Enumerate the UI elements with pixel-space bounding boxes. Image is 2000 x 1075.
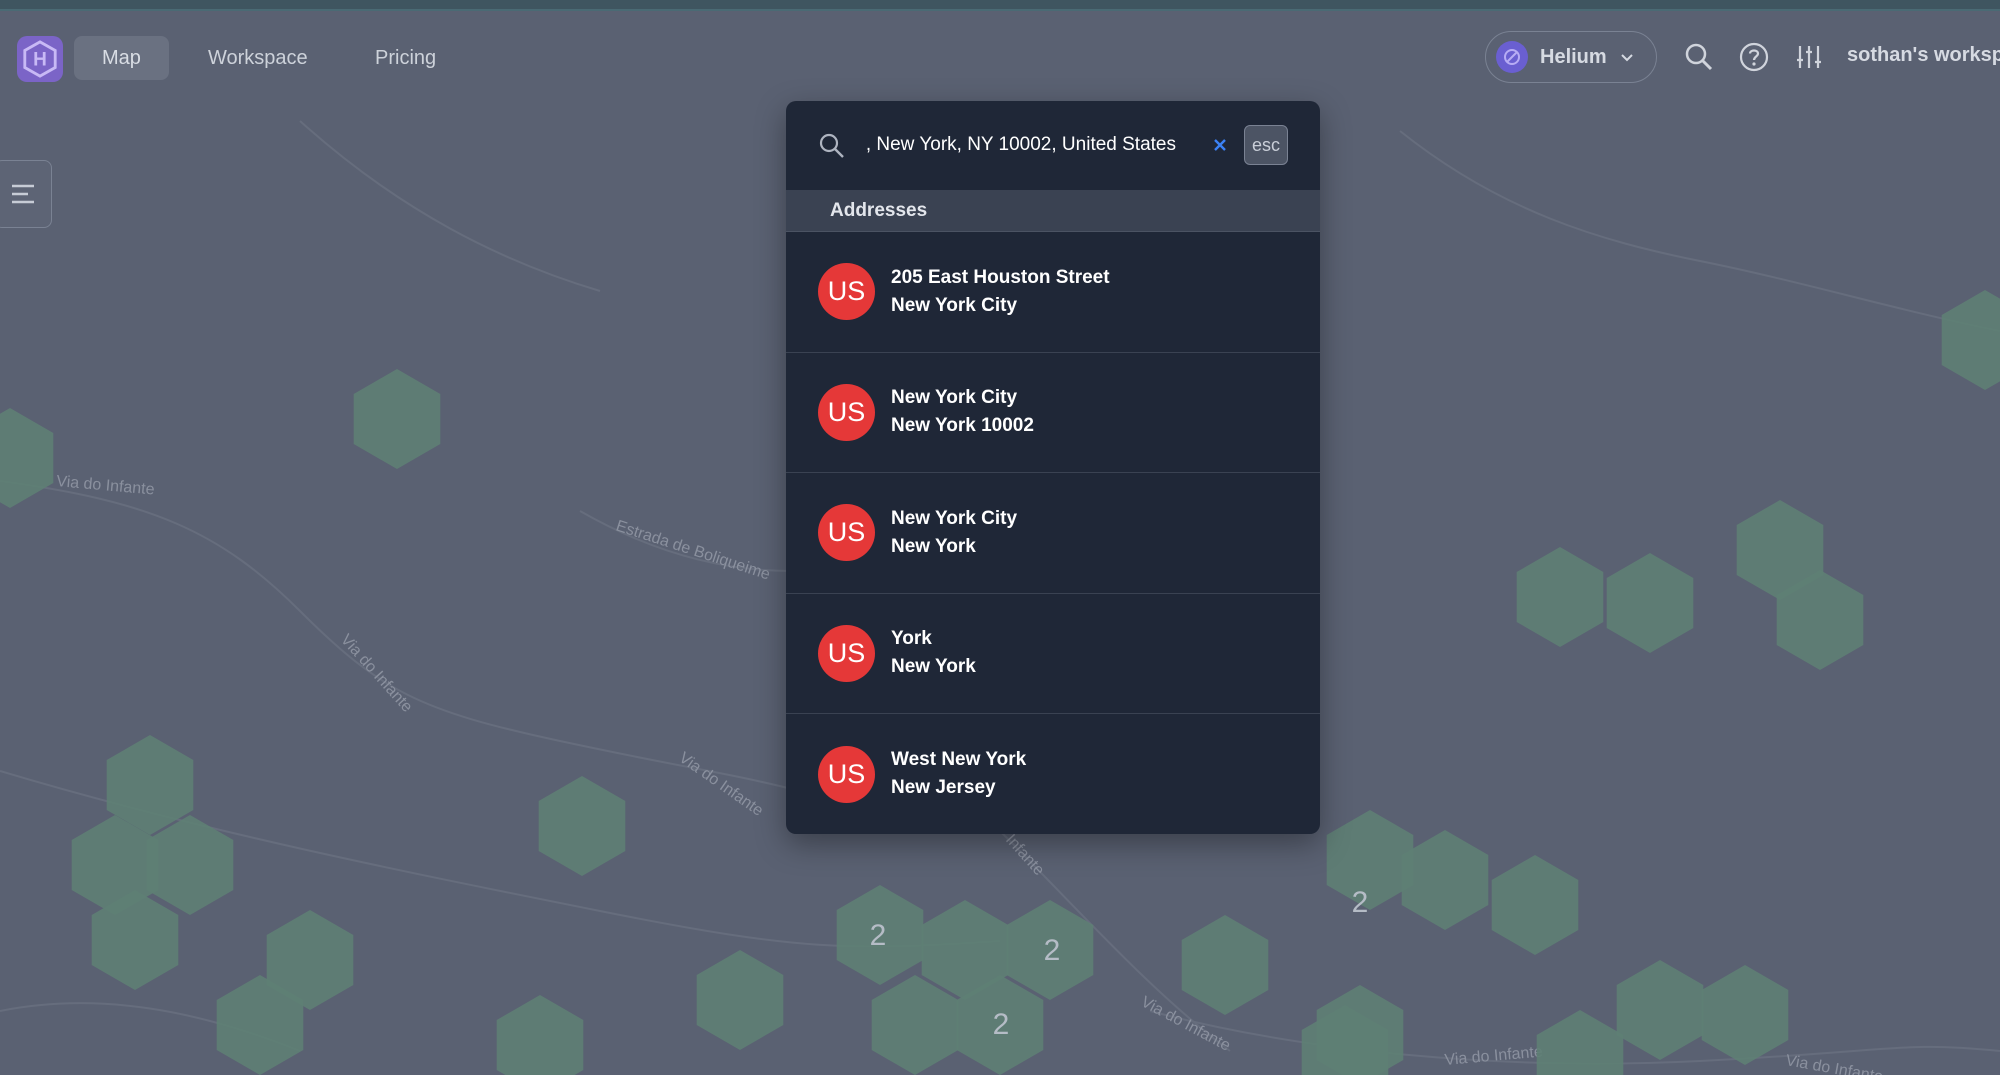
- coverage-hexagon: [1326, 810, 1414, 910]
- coverage-hexagon: [1491, 855, 1579, 955]
- coverage-hexagon: [1941, 290, 2000, 390]
- result-text: York New York: [891, 625, 976, 681]
- coverage-hexagon: [1181, 915, 1269, 1015]
- hexagon-h-icon: H: [23, 40, 57, 78]
- network-selector[interactable]: Helium: [1485, 31, 1657, 83]
- result-line-secondary: New York City: [891, 294, 1018, 316]
- coverage-hexagon: [538, 776, 626, 876]
- coverage-hexagon: [0, 408, 54, 508]
- coverage-hexagon: [1401, 830, 1489, 930]
- result-line-primary: West New York: [891, 749, 1027, 771]
- result-item[interactable]: US York New York: [786, 594, 1320, 714]
- cluster-count[interactable]: 2: [1044, 934, 1061, 967]
- coverage-hexagon: [496, 995, 584, 1075]
- result-text: New York City New York: [891, 505, 1017, 561]
- result-line-secondary: New Jersey: [891, 777, 996, 799]
- coverage-hexagon: [1701, 965, 1789, 1065]
- helium-coin-icon: [1496, 41, 1528, 73]
- result-line-primary: 205 East Houston Street: [891, 266, 1110, 288]
- top-strip: [0, 0, 2000, 11]
- street-label: Via do Infante: [676, 749, 766, 819]
- chevron-down-icon: [1620, 54, 1633, 62]
- coverage-hexagon: [871, 975, 959, 1075]
- coverage-hexagon: [1536, 1010, 1624, 1075]
- result-text: 205 East Houston Street New York City: [891, 264, 1110, 320]
- country-badge: US: [818, 504, 875, 562]
- settings-sliders-icon[interactable]: [1793, 41, 1825, 73]
- country-badge: US: [818, 745, 875, 803]
- search-row: esc: [786, 101, 1320, 191]
- coverage-hexagon: [1516, 547, 1604, 647]
- street-label: Via do Infante: [337, 631, 416, 716]
- svg-text:H: H: [33, 50, 47, 71]
- result-text: New York City New York 10002: [891, 384, 1034, 440]
- coverage-hexagon: [696, 950, 784, 1050]
- results-list: US 205 East Houston Street New York City…: [786, 232, 1320, 834]
- cluster-count[interactable]: 2: [1352, 886, 1369, 919]
- coverage-hexagon: [1616, 960, 1704, 1060]
- result-line-primary: New York City: [891, 507, 1018, 529]
- close-icon: [1214, 139, 1226, 151]
- result-item[interactable]: US New York City New York: [786, 473, 1320, 594]
- street-label: Via do Infante: [56, 473, 156, 499]
- result-line-secondary: New York: [891, 656, 976, 678]
- nav-pricing[interactable]: Pricing: [347, 36, 464, 80]
- workspace-menu[interactable]: sothan's workspa: [1847, 44, 2000, 67]
- cluster-count[interactable]: 2: [870, 919, 887, 952]
- result-item[interactable]: US West New York New Jersey: [786, 714, 1320, 834]
- country-badge: US: [818, 383, 875, 441]
- street-label: Via do Infante: [1444, 1043, 1544, 1069]
- cluster-count[interactable]: 2: [993, 1008, 1010, 1041]
- helium-logo[interactable]: H: [17, 36, 63, 82]
- street-label: Estrada de Boliqueime: [614, 518, 772, 584]
- result-line-secondary: New York: [891, 535, 976, 557]
- result-line-secondary: New York 10002: [891, 415, 1034, 437]
- country-badge: US: [818, 624, 875, 682]
- search-input[interactable]: [866, 123, 1176, 167]
- street-label: Via do Infante: [1784, 1052, 1884, 1075]
- coverage-hexagon: [353, 369, 441, 469]
- nav-workspace[interactable]: Workspace: [180, 36, 336, 80]
- result-line-primary: New York City: [891, 387, 1018, 409]
- street-label: Infante: [1002, 831, 1047, 879]
- result-line-primary: York: [891, 628, 932, 650]
- help-icon[interactable]: [1738, 41, 1770, 73]
- clear-search-button[interactable]: [1208, 133, 1232, 157]
- result-item[interactable]: US 205 East Houston Street New York City: [786, 232, 1320, 353]
- search-dialog: esc Addresses US 205 East Houston Street…: [786, 101, 1320, 834]
- top-navbar: H Map Workspace Pricing Helium sothan's …: [0, 11, 2000, 103]
- esc-button[interactable]: esc: [1244, 125, 1288, 165]
- network-label: Helium: [1540, 45, 1607, 68]
- section-header-addresses: Addresses: [786, 191, 1320, 232]
- menu-lines-icon: [12, 184, 34, 204]
- search-icon[interactable]: [1683, 41, 1715, 73]
- coverage-hexagon: [1606, 553, 1694, 653]
- sidebar-toggle[interactable]: [0, 160, 52, 228]
- result-text: West New York New Jersey: [891, 746, 1026, 802]
- nav-map[interactable]: Map: [74, 36, 169, 80]
- result-item[interactable]: US New York City New York 10002: [786, 353, 1320, 473]
- search-icon: [819, 133, 844, 158]
- country-badge: US: [818, 263, 875, 321]
